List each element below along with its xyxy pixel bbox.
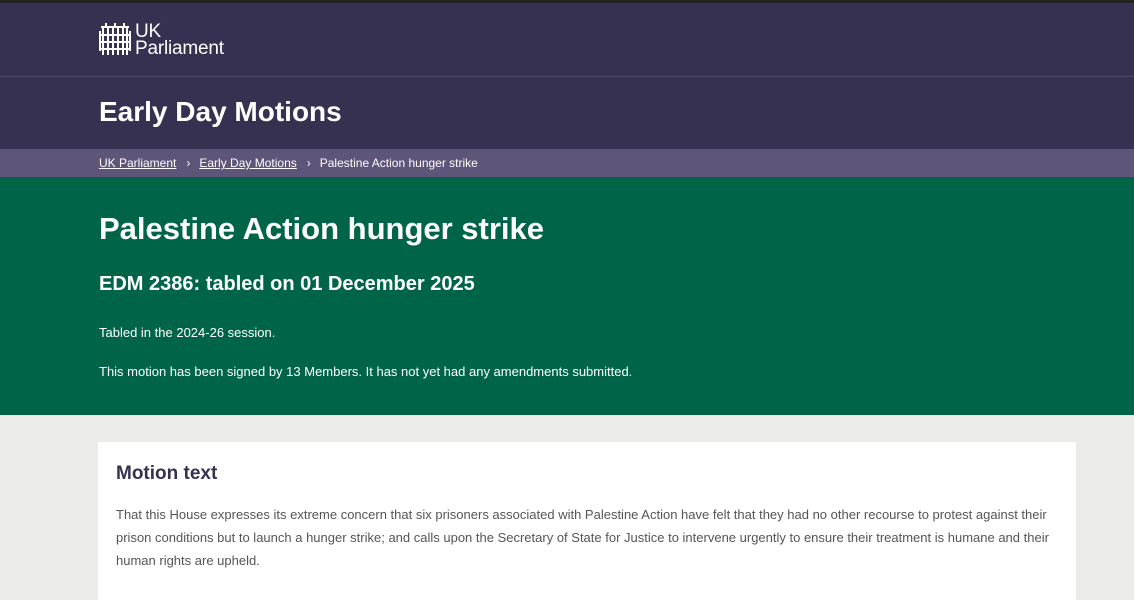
signatures-text: This motion has been signed by 13 Member… [99,364,633,379]
session-text: Tabled in the 2024-26 session. [99,325,276,340]
page-title: Palestine Action hunger strike [99,211,545,246]
motion-text-card: Motion text That this House expresses it… [98,442,1076,600]
motion-hero: Palestine Action hunger strike EDM 2386:… [0,177,1134,415]
breadcrumb: UK Parliament › Early Day Motions › Pale… [0,149,1134,177]
header-divider [0,76,1134,77]
breadcrumb-current: Palestine Action hunger strike [319,156,478,170]
breadcrumb-link-uk-parliament[interactable]: UK Parliament [99,156,176,170]
section-title[interactable]: Early Day Motions [99,96,342,128]
uk-parliament-logo[interactable]: UK Parliament [99,22,224,59]
logo-line-parliament: Parliament [135,38,224,59]
chevron-right-icon: › [186,156,191,170]
chevron-right-icon: › [306,156,311,170]
motion-text-heading: Motion text [116,463,218,484]
motion-text-body: That this House expresses its extreme co… [116,507,1049,568]
breadcrumb-link-early-day-motions[interactable]: Early Day Motions [199,156,296,170]
motion-subtitle: EDM 2386: tabled on 01 December 2025 [99,273,475,295]
site-header: UK Parliament Early Day Motions [0,3,1134,149]
logo-text: UK Parliament [135,22,224,59]
portcullis-icon [99,23,131,55]
